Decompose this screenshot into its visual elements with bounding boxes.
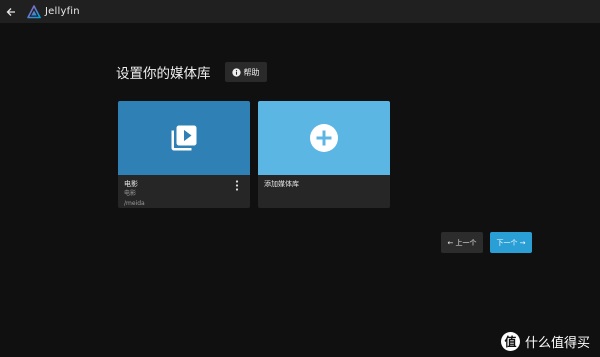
back-button[interactable] bbox=[0, 0, 22, 23]
video-library-icon bbox=[171, 125, 197, 151]
add-library-image[interactable] bbox=[258, 101, 390, 175]
more-vert-icon bbox=[235, 179, 239, 191]
library-card-image[interactable] bbox=[118, 101, 250, 175]
add-library-info: 添加媒体库 bbox=[258, 175, 390, 194]
add-library-card[interactable]: 添加媒体库 bbox=[258, 101, 390, 208]
library-more-button[interactable] bbox=[233, 179, 241, 191]
library-card-movies[interactable]: 电影 电影 /meida bbox=[118, 101, 250, 208]
watermark-text: 什么值得买 bbox=[524, 336, 590, 351]
watermark: 值 什么值得买 bbox=[500, 332, 590, 351]
brand-name: Jellyfin bbox=[45, 6, 80, 17]
library-type: 电影 bbox=[124, 190, 137, 197]
library-name: 电影 bbox=[124, 180, 138, 188]
info-icon bbox=[231, 67, 241, 77]
add-circle-icon bbox=[310, 124, 338, 152]
jellyfin-logo-icon bbox=[27, 4, 41, 18]
back-arrow-icon bbox=[6, 7, 15, 16]
library-path: /meida bbox=[124, 200, 145, 207]
watermark-badge: 值 bbox=[500, 332, 520, 351]
next-button[interactable]: 下一个 → bbox=[490, 232, 532, 253]
library-card-info: 电影 电影 /meida bbox=[118, 175, 250, 208]
help-button[interactable]: 帮助 bbox=[224, 62, 267, 82]
page-title: 设置你的媒体库 bbox=[116, 66, 211, 82]
help-label: 帮助 bbox=[243, 67, 260, 77]
previous-button[interactable]: ← 上一个 bbox=[441, 232, 483, 253]
top-bar: Jellyfin bbox=[0, 0, 600, 23]
add-library-label: 添加媒体库 bbox=[264, 180, 299, 188]
page-header: 设置你的媒体库 帮助 bbox=[116, 62, 267, 82]
